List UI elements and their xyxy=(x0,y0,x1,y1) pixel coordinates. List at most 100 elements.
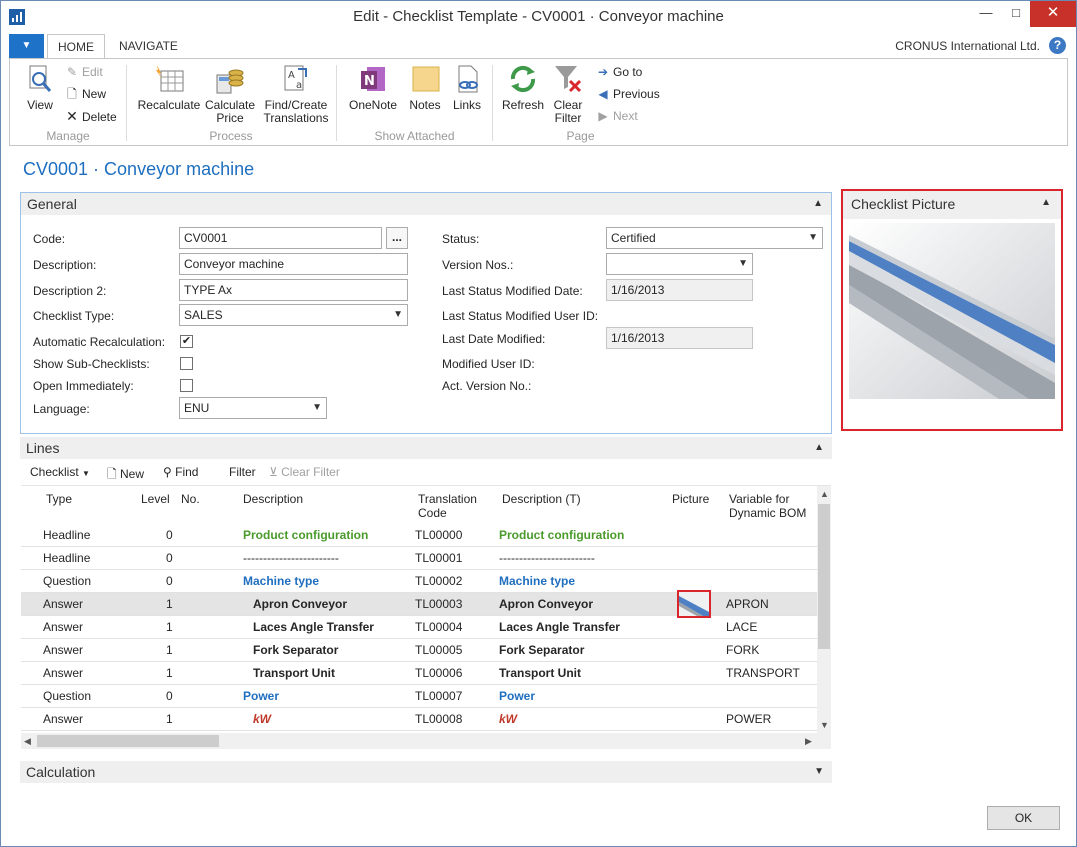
ok-button[interactable]: OK xyxy=(987,806,1060,830)
code-field[interactable]: CV0001 xyxy=(179,227,382,249)
tab-home[interactable]: HOME xyxy=(47,34,105,59)
conveyor-picture[interactable] xyxy=(849,223,1055,423)
new-button[interactable]: 🗋 New xyxy=(65,85,106,103)
language-select[interactable]: ENU ▼ xyxy=(179,397,327,419)
scroll-up-icon[interactable]: ▲ xyxy=(820,489,829,499)
cell-type[interactable]: Question xyxy=(43,689,91,703)
cell-description-t[interactable]: Transport Unit xyxy=(499,666,581,680)
column-header-translation-code[interactable]: Translation Code xyxy=(418,492,477,520)
onenote-button[interactable]: N OneNote xyxy=(343,63,403,112)
refresh-button[interactable]: Refresh xyxy=(499,63,547,112)
table-row[interactable]: Headline 0 ------------------------ TL00001… xyxy=(21,547,817,570)
description2-field[interactable]: TYPE Ax xyxy=(179,279,408,301)
cell-variable[interactable]: FORK xyxy=(726,643,759,657)
goto-button[interactable]: ➔ Go to xyxy=(596,63,642,81)
cell-translation-code[interactable]: TL00002 xyxy=(415,574,462,588)
scroll-down-icon[interactable]: ▼ xyxy=(820,720,829,730)
column-header-description-t[interactable]: Description (T) xyxy=(502,492,581,506)
vertical-scrollbar[interactable]: ▲ ▼ xyxy=(817,486,831,733)
cell-level[interactable]: 0 xyxy=(166,574,173,588)
cell-translation-code[interactable]: TL00003 xyxy=(415,597,462,611)
application-menu-button[interactable]: ▼ xyxy=(9,34,44,58)
cell-level[interactable]: 1 xyxy=(166,620,173,634)
show-sub-checklists-checkbox[interactable] xyxy=(180,357,193,370)
cell-description[interactable]: Fork Separator xyxy=(253,643,338,657)
help-icon[interactable]: ? xyxy=(1049,37,1066,54)
cell-description[interactable]: ------------------------ xyxy=(243,551,339,565)
calculate-price-button[interactable]: Calculate Price xyxy=(203,63,257,125)
previous-button[interactable]: ◀ Previous xyxy=(596,85,659,103)
cell-translation-code[interactable]: TL00006 xyxy=(415,666,462,680)
next-button[interactable]: ▶ Next xyxy=(596,107,637,125)
horizontal-scrollbar[interactable]: ◀ ▶ xyxy=(21,733,831,749)
table-row[interactable]: Answer 1 Transport Unit TL00006 Transport Un… xyxy=(21,662,817,685)
cell-variable[interactable]: APRON xyxy=(726,597,769,611)
cell-level[interactable]: 1 xyxy=(166,712,173,726)
scroll-left-icon[interactable]: ◀ xyxy=(24,736,31,747)
column-header-level[interactable]: Level xyxy=(141,492,170,506)
view-button[interactable]: View xyxy=(20,63,60,112)
cell-description[interactable]: Power xyxy=(243,689,279,703)
cell-translation-code[interactable]: TL00005 xyxy=(415,643,462,657)
checklist-menu-button[interactable]: Checklist ▼ xyxy=(30,465,90,479)
horizontal-scroll-thumb[interactable] xyxy=(37,735,219,747)
table-row[interactable]: Question 0 Power TL00007 Power xyxy=(21,685,817,708)
column-header-picture[interactable]: Picture xyxy=(672,492,709,506)
cell-translation-code[interactable]: TL00008 xyxy=(415,712,462,726)
scroll-right-icon[interactable]: ▶ xyxy=(805,736,812,747)
cell-level[interactable]: 0 xyxy=(166,528,173,542)
cell-type[interactable]: Headline xyxy=(43,528,90,542)
cell-description-t[interactable]: Apron Conveyor xyxy=(499,597,593,611)
cell-type[interactable]: Answer xyxy=(43,666,83,680)
tab-navigate[interactable]: NAVIGATE xyxy=(109,34,188,58)
cell-variable[interactable]: LACE xyxy=(726,620,757,634)
column-header-variable[interactable]: Variable for Dynamic BOM xyxy=(729,492,806,520)
lines-new-button[interactable]: 🗋 New xyxy=(107,465,144,486)
edit-button[interactable]: ✎ Edit xyxy=(65,63,103,81)
status-select[interactable]: Certified ▼ xyxy=(606,227,823,249)
clear-filter-button[interactable]: Clear Filter xyxy=(549,63,587,125)
checklist-picture-header[interactable]: Checklist Picture ▲ xyxy=(843,191,1061,219)
delete-button[interactable]: ✕ Delete xyxy=(65,107,117,125)
vertical-scroll-thumb[interactable] xyxy=(818,504,830,649)
lines-clear-filter-button[interactable]: ⊻ Clear Filter xyxy=(269,465,340,479)
links-button[interactable]: Links xyxy=(447,63,487,112)
cell-level[interactable]: 1 xyxy=(166,666,173,680)
chevron-down-icon[interactable]: ▼ xyxy=(814,761,824,783)
table-row[interactable]: Answer 1 Fork Separator TL00005 Fork Separat… xyxy=(21,639,817,662)
cell-description-t[interactable]: ------------------------ xyxy=(499,551,595,565)
cell-translation-code[interactable]: TL00000 xyxy=(415,528,462,542)
cell-description[interactable]: Laces Angle Transfer xyxy=(253,620,374,634)
lines-filter-button[interactable]: Filter xyxy=(229,465,256,479)
notes-button[interactable]: Notes xyxy=(405,63,445,112)
general-header[interactable]: General ▲ xyxy=(21,193,831,215)
table-row[interactable]: Answer 1 kW TL00008 kW POWER xyxy=(21,708,817,731)
cell-description[interactable]: Transport Unit xyxy=(253,666,335,680)
cell-level[interactable]: 1 xyxy=(166,643,173,657)
column-header-type[interactable]: Type xyxy=(46,492,72,506)
find-create-translations-button[interactable]: A a Find/Create Translations xyxy=(261,63,331,125)
checklist-type-select[interactable]: SALES ▼ xyxy=(179,304,408,326)
cell-translation-code[interactable]: TL00007 xyxy=(415,689,462,703)
cell-description[interactable]: Machine type xyxy=(243,574,319,588)
cell-type[interactable]: Answer xyxy=(43,643,83,657)
table-row[interactable]: Headline 0 Product configuration TL00000 Pro… xyxy=(21,524,817,547)
cell-translation-code[interactable]: TL00001 xyxy=(415,551,462,565)
cell-type[interactable]: Answer xyxy=(43,620,83,634)
lines-find-button[interactable]: ⚲ Find xyxy=(163,465,198,479)
version-nos-select[interactable]: ▼ xyxy=(606,253,753,275)
lines-header[interactable]: Lines ▲ xyxy=(20,437,832,459)
recalculate-button[interactable]: Recalculate xyxy=(137,63,201,112)
column-header-description[interactable]: Description xyxy=(243,492,303,506)
cell-description-t[interactable]: Fork Separator xyxy=(499,643,584,657)
description-field[interactable]: Conveyor machine xyxy=(179,253,408,275)
cell-variable[interactable]: POWER xyxy=(726,712,771,726)
cell-description-t[interactable]: Laces Angle Transfer xyxy=(499,620,620,634)
minimize-button[interactable]: — xyxy=(971,1,1001,27)
chevron-up-icon[interactable]: ▲ xyxy=(1041,197,1051,208)
cell-type[interactable]: Question xyxy=(43,574,91,588)
cell-level[interactable]: 0 xyxy=(166,551,173,565)
cell-description[interactable]: kW xyxy=(253,712,271,726)
cell-level[interactable]: 1 xyxy=(166,597,173,611)
cell-description[interactable]: Apron Conveyor xyxy=(253,597,347,611)
